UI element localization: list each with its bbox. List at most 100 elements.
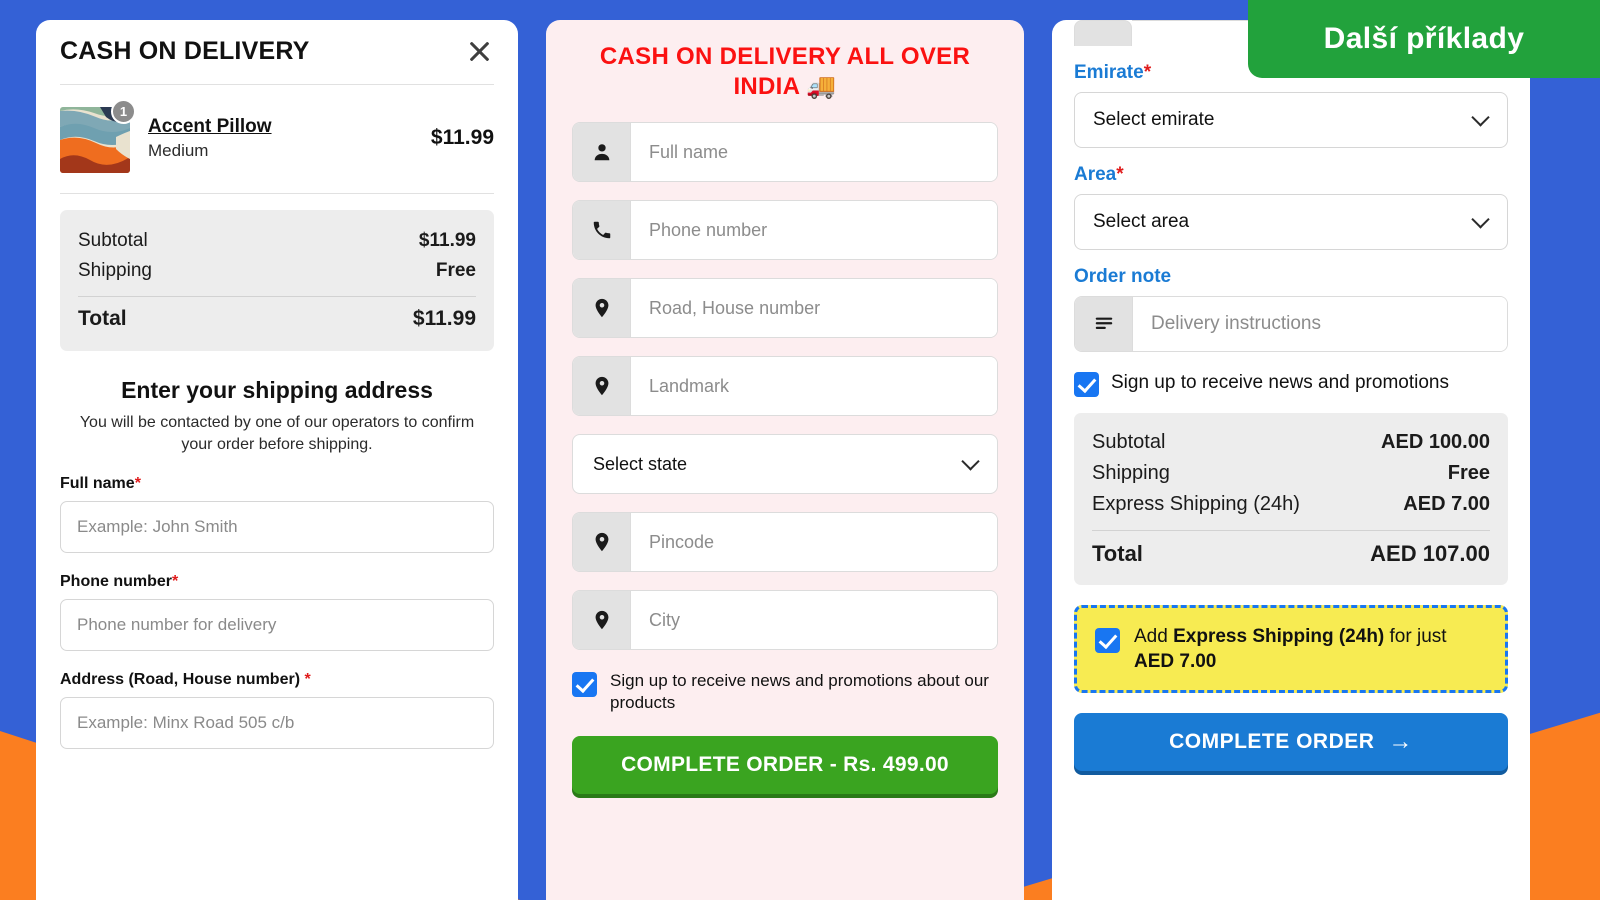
total-label: Total (78, 307, 127, 330)
shipping-label: Shipping (1092, 462, 1170, 484)
area-label: Area* (1074, 164, 1508, 186)
phone-number-input[interactable] (631, 201, 997, 259)
total-value: $11.99 (412, 307, 476, 330)
pincode-input[interactable] (631, 513, 997, 571)
shipping-address-subtext: You will be contacted by one of our oper… (79, 414, 475, 453)
required-asterisk: * (1143, 62, 1152, 83)
cod-checkout-panel-two: CASH ON DELIVERY ALL OVER INDIA 🚚 Select… (546, 20, 1024, 900)
order-line-item: 1 Accent Pillow Medium $11.99 (60, 85, 494, 193)
subtotal-value: $11.99 (418, 230, 476, 251)
notes-icon (1075, 297, 1133, 351)
summary-row-subtotal: Subtotal AED 100.00 (1092, 427, 1490, 458)
express-shipping-label: Express Shipping (24h) (1092, 493, 1300, 515)
field-landmark (572, 356, 998, 416)
full-name-input[interactable] (60, 501, 494, 554)
field-pincode (572, 512, 998, 572)
chevron-down-icon (1471, 210, 1490, 229)
express-shipping-upsell[interactable]: Add Express Shipping (24h) for just AED … (1074, 605, 1508, 694)
arrow-right-icon: → (1388, 728, 1413, 756)
area-label-text: Area (1074, 164, 1117, 185)
chevron-down-icon (961, 452, 980, 471)
complete-order-button[interactable]: COMPLETE ORDER → (1074, 713, 1508, 772)
panel-one-header: CASH ON DELIVERY (60, 20, 494, 84)
summary-row-subtotal: Subtotal $11.99 (78, 226, 476, 256)
newsletter-checkbox[interactable] (572, 672, 597, 697)
newsletter-checkbox-row[interactable]: Sign up to receive news and promotions (1074, 370, 1508, 397)
complete-order-button[interactable]: COMPLETE ORDER - Rs. 499.00 (572, 735, 998, 794)
state-select-value: Select state (593, 453, 688, 474)
phone-number-label-text: Phone number (60, 573, 173, 591)
product-thumbnail-wrapper: 1 (60, 99, 136, 175)
order-note-label: Order note (1074, 266, 1172, 287)
shipping-value: Free (435, 260, 476, 281)
field-phone-number: Phone number* (60, 573, 494, 652)
order-note-input[interactable] (1133, 297, 1507, 351)
emirate-label-text: Emirate (1074, 62, 1144, 83)
product-price: $11.99 (430, 126, 494, 149)
pin-icon (573, 591, 631, 649)
pin-icon (573, 357, 631, 415)
emirate-select[interactable]: Select emirate (1074, 92, 1508, 148)
express-shipping-value: AED 7.00 (1403, 493, 1490, 515)
full-name-input[interactable] (631, 123, 997, 181)
product-info: Accent Pillow Medium (148, 116, 417, 161)
field-road-house-number (572, 278, 998, 338)
upsell-bold-product: Express Shipping (24h) (1173, 626, 1385, 647)
field-phone-number (572, 200, 998, 260)
shipping-address-heading: Enter your shipping address (121, 377, 433, 403)
full-name-label-text: Full name (60, 475, 135, 493)
upsell-middle: for just (1384, 626, 1447, 647)
address-input[interactable] (60, 697, 494, 750)
shipping-value: Free (1447, 462, 1490, 484)
divider (60, 193, 494, 194)
pin-icon (573, 513, 631, 571)
cod-checkout-panel-three: Emirate* Select emirate Area* Select are… (1052, 20, 1530, 900)
express-shipping-upsell-text: Add Express Shipping (24h) for just AED … (1134, 624, 1487, 674)
city-input[interactable] (631, 591, 997, 649)
required-asterisk: * (172, 573, 179, 591)
order-summary-box: Subtotal AED 100.00 Shipping Free Expres… (1074, 413, 1508, 585)
address-label-text: Address (Road, House number) (60, 671, 301, 689)
order-summary-box: Subtotal $11.99 Shipping Free Total $11.… (60, 210, 494, 351)
ribbon-label: Další příklady (1323, 22, 1525, 55)
summary-row-shipping: Shipping Free (78, 256, 476, 286)
product-name-link[interactable]: Accent Pillow (148, 116, 417, 138)
close-icon[interactable] (464, 36, 494, 66)
page-title: CASH ON DELIVERY (60, 36, 310, 65)
newsletter-checkbox[interactable] (1074, 372, 1099, 397)
phone-icon (573, 201, 631, 259)
summary-row-total: Total AED 107.00 (1092, 537, 1490, 571)
field-city (572, 590, 998, 650)
upsell-bold-price: AED 7.00 (1134, 651, 1217, 673)
summary-row-shipping: Shipping Free (1092, 458, 1490, 489)
complete-order-label: COMPLETE ORDER (1169, 730, 1375, 754)
summary-row-express-shipping: Express Shipping (24h) AED 7.00 (1092, 489, 1490, 520)
newsletter-checkbox-row[interactable]: Sign up to receive news and promotions a… (572, 670, 998, 714)
required-asterisk: * (1116, 164, 1124, 185)
phone-number-input[interactable] (60, 599, 494, 652)
field-address: Address (Road, House number) * (60, 671, 494, 750)
phone-number-label: Phone number* (60, 573, 494, 591)
express-shipping-checkbox[interactable] (1095, 628, 1120, 653)
cod-checkout-panel-one: CASH ON DELIVERY 1 Accent Pillow Medium … (36, 20, 518, 900)
required-asterisk: * (304, 671, 311, 689)
summary-divider (1092, 530, 1490, 531)
subtotal-label: Subtotal (1092, 431, 1166, 453)
upsell-prefix: Add (1134, 626, 1174, 647)
partial-icon-box (1074, 20, 1132, 46)
chevron-down-icon (1471, 108, 1490, 127)
total-label: Total (1092, 541, 1143, 566)
product-variant: Medium (148, 140, 209, 160)
area-select[interactable]: Select area (1074, 194, 1508, 250)
summary-row-total: Total $11.99 (78, 303, 476, 335)
state-select[interactable]: Select state (572, 434, 998, 494)
road-house-number-input[interactable] (631, 279, 997, 337)
landmark-input[interactable] (631, 357, 997, 415)
required-asterisk: * (134, 475, 141, 493)
area-select-value: Select area (1093, 211, 1190, 232)
full-name-label: Full name* (60, 475, 494, 493)
shipping-label: Shipping (78, 260, 152, 281)
field-full-name (572, 122, 998, 182)
subtotal-value: AED 100.00 (1381, 431, 1490, 453)
panel-two-title: CASH ON DELIVERY ALL OVER INDIA 🚚 (599, 43, 971, 100)
